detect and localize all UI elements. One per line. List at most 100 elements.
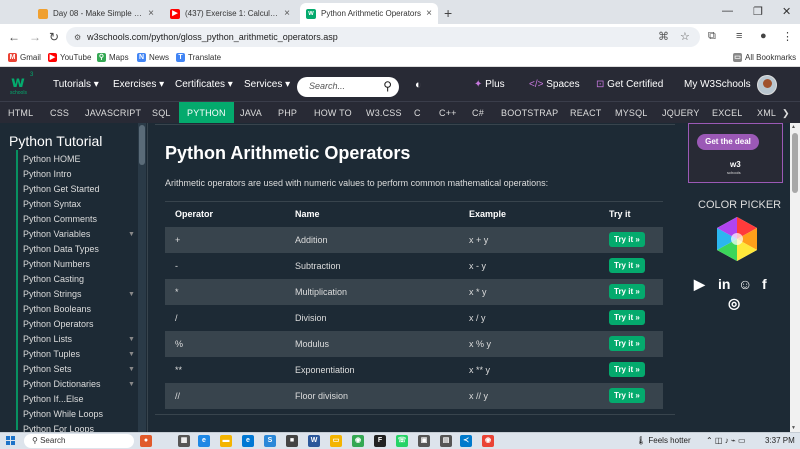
word-icon[interactable]: W (308, 435, 320, 447)
sidebar-item[interactable]: Python Data Types (23, 244, 99, 254)
lang-excel[interactable]: EXCEL (712, 102, 743, 124)
youtube-icon[interactable]: ▶ (694, 276, 705, 293)
lang-react[interactable]: REACT (570, 102, 602, 124)
scroll-up-icon[interactable]: ▲ (791, 124, 796, 130)
chevron-right-icon[interactable]: ❯ (778, 102, 794, 124)
lang-java[interactable]: JAVA (240, 102, 262, 124)
color-wheel-icon[interactable] (713, 215, 761, 263)
sidebar-item[interactable]: Python Comments (23, 214, 97, 224)
try-it-button[interactable]: Try it » (609, 336, 645, 351)
chrome-icon[interactable]: ◉ (352, 435, 364, 447)
avatar[interactable] (757, 75, 777, 95)
sidebar-item[interactable]: Python Booleans (23, 304, 91, 314)
whatsapp-icon[interactable]: ☏ (396, 435, 408, 447)
try-it-button[interactable]: Try it » (609, 310, 645, 325)
lang-csharp[interactable]: C# (472, 102, 484, 124)
url-bar[interactable]: ⚙ w3schools.com/python/gloss_python_arit… (66, 27, 700, 47)
close-window-icon[interactable]: ✕ (782, 5, 791, 18)
maximize-icon[interactable]: ❐ (753, 5, 763, 18)
chrome-active-icon[interactable]: ◉ (482, 435, 494, 447)
bookmark-gmail[interactable]: M Gmail (8, 53, 41, 62)
try-it-button[interactable]: Try it » (609, 284, 645, 299)
chevron-down-icon[interactable]: ▼ (128, 231, 135, 238)
sidebar-item[interactable]: Python Sets (23, 364, 72, 374)
file-explorer-icon[interactable]: ▬ (220, 435, 232, 447)
nav-services[interactable]: Services ▾ (244, 79, 290, 90)
sidebar-item[interactable]: Python If...Else (23, 394, 84, 404)
nav-exercises[interactable]: Exercises ▾ (113, 79, 164, 90)
get-the-deal-button[interactable]: Get the deal (697, 134, 759, 150)
try-it-button[interactable]: Try it » (609, 362, 645, 377)
w3schools-logo[interactable]: w 3 schools (8, 72, 34, 96)
all-bookmarks[interactable]: ▭ All Bookmarks (733, 53, 796, 62)
extensions-icon[interactable]: ⧉ (708, 30, 716, 43)
vscode-icon[interactable]: ≺ (460, 435, 472, 447)
site-info-icon[interactable]: ⚙ (74, 33, 81, 42)
fruit-widget-icon[interactable]: ● (140, 435, 152, 447)
windows-start-icon[interactable] (6, 436, 16, 446)
close-icon[interactable]: × (148, 8, 154, 19)
app-icon[interactable]: ▤ (440, 435, 452, 447)
reload-icon[interactable]: ↻ (49, 30, 59, 44)
nav-tutorials[interactable]: Tutorials ▾ (53, 79, 99, 90)
forward-icon[interactable]: → (29, 30, 41, 44)
instagram-icon[interactable]: ◎ (728, 295, 740, 312)
nav-my-w3schools[interactable]: My W3Schools (684, 79, 751, 90)
try-it-button[interactable]: Try it » (609, 258, 645, 273)
lang-jquery[interactable]: JQUERY (662, 102, 700, 124)
scroll-down-icon[interactable]: ▼ (791, 425, 796, 431)
sidebar-item[interactable]: Python Numbers (23, 259, 90, 269)
sidebar-item[interactable]: Python Dictionaries (23, 379, 101, 389)
sidebar-item[interactable]: Python Operators (23, 319, 94, 329)
app-icon[interactable]: ■ (286, 435, 298, 447)
lang-w3css[interactable]: W3.CSS (366, 102, 402, 124)
sidebar-scrollbar[interactable] (138, 123, 146, 432)
lang-bootstrap[interactable]: BOOTSTRAP (501, 102, 558, 124)
site-search-input[interactable]: Search... ⚲ (297, 77, 399, 97)
minimize-icon[interactable]: — (722, 5, 733, 17)
sidebar-item[interactable]: Python HOME (23, 154, 81, 164)
bookmark-translate[interactable]: T Translate (176, 53, 221, 62)
lang-html[interactable]: HTML (8, 102, 33, 124)
edge-browser-icon[interactable]: e (242, 435, 254, 447)
browser-tab-3[interactable]: w Python Arithmetic Operators × (300, 3, 438, 24)
weather-widget[interactable]: 🌡 Feels hotter (636, 436, 691, 445)
sidebar-item[interactable]: Python Strings (23, 289, 82, 299)
system-tray-icons[interactable]: ⌃ ◫ ♪ ⌁ ▭ (706, 436, 746, 445)
sidebar-item[interactable]: Python Syntax (23, 199, 81, 209)
edge-icon[interactable]: e (198, 435, 210, 447)
lang-cpp[interactable]: C++ (439, 102, 457, 124)
chevron-down-icon[interactable]: ▼ (128, 366, 135, 373)
search-icon[interactable]: ⚲ (383, 79, 392, 93)
sidebar-item[interactable]: Python Tuples (23, 349, 80, 359)
sidebar-scroll-thumb[interactable] (139, 125, 145, 165)
dark-mode-icon[interactable]: ◐ (415, 79, 422, 91)
bookmark-maps[interactable]: ⚲ Maps (97, 53, 129, 62)
browser-tab-2[interactable]: ▶ (437) Exercise 1: Calculator usin × (164, 3, 296, 24)
color-picker-title[interactable]: COLOR PICKER (698, 199, 781, 211)
clock[interactable]: 3:37 PM (765, 436, 795, 445)
nav-spaces[interactable]: </> Spaces (529, 79, 580, 90)
close-icon[interactable]: × (426, 8, 432, 19)
store-icon[interactable]: S (264, 435, 276, 447)
close-icon[interactable]: × (284, 8, 290, 19)
nav-plus[interactable]: ✦ Plus (474, 79, 505, 90)
app-icon[interactable]: F (374, 435, 386, 447)
task-view-icon[interactable]: ▦ (178, 435, 190, 447)
sidebar-item[interactable]: Python Variables (23, 229, 90, 239)
chevron-down-icon[interactable]: ▼ (128, 291, 135, 298)
page-scroll-thumb[interactable] (792, 133, 798, 193)
back-icon[interactable]: ← (8, 30, 20, 44)
sidebar-item[interactable]: Python For Loops (23, 424, 94, 432)
facebook-icon[interactable]: f (762, 276, 767, 292)
chevron-down-icon[interactable]: ▼ (128, 351, 135, 358)
taskbar-search[interactable]: ⚲ Search (24, 434, 134, 448)
lang-mysql[interactable]: MYSQL (615, 102, 648, 124)
photos-icon[interactable]: ▣ (418, 435, 430, 447)
nav-get-certified[interactable]: ⊡ Get Certified (596, 79, 663, 90)
chevron-down-icon[interactable]: ▼ (128, 381, 135, 388)
discord-icon[interactable]: ☺ (738, 276, 752, 292)
folder-icon[interactable]: ▭ (330, 435, 342, 447)
lang-css[interactable]: CSS (50, 102, 69, 124)
lang-python[interactable]: PYTHON (179, 102, 234, 124)
